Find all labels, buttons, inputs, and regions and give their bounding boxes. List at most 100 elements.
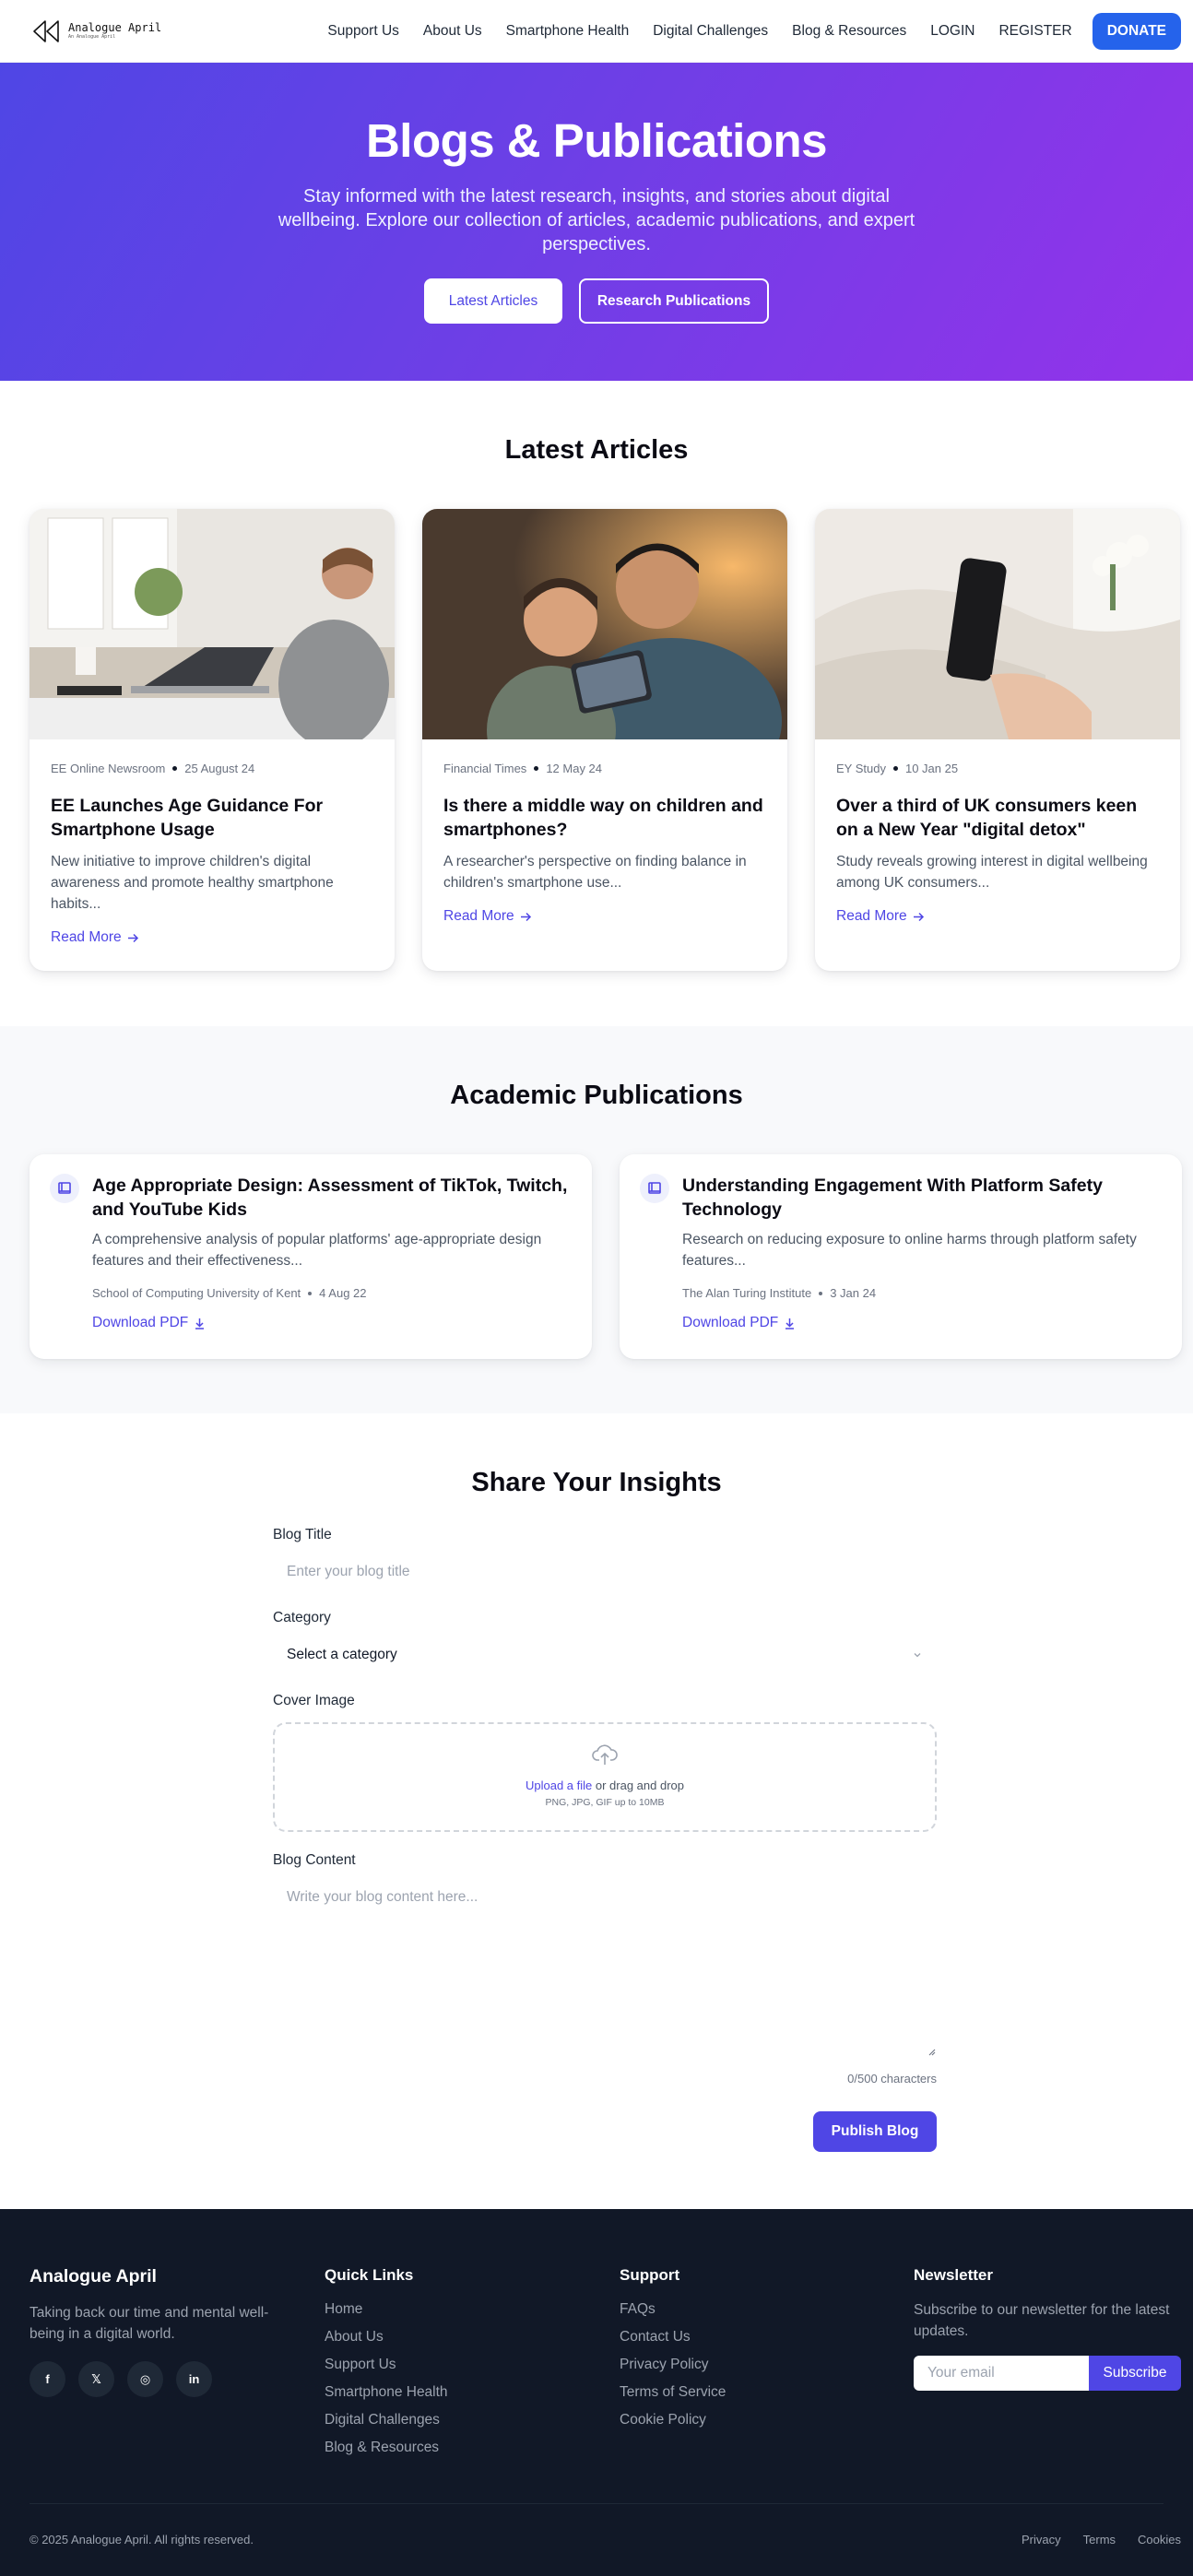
article-date: 12 May 24	[546, 762, 603, 775]
latest-articles-heading: Latest Articles	[504, 435, 689, 465]
donate-button[interactable]: DONATE	[1092, 12, 1181, 50]
category-select[interactable]: Select a category	[273, 1637, 937, 1672]
publication-date: 4 Aug 22	[319, 1286, 367, 1300]
footer-link-smartphone-health[interactable]: Smartphone Health	[325, 2382, 448, 2403]
hero-subtitle: Stay informed with the latest research, …	[278, 186, 915, 254]
book-icon	[640, 1174, 669, 1203]
category-label: Category	[273, 1610, 331, 1625]
cover-image-dropzone[interactable]: Upload a file or drag and drop PNG, JPG,…	[273, 1722, 937, 1832]
top-nav: Analogue April An Analogue April Support…	[0, 0, 1193, 63]
newsletter-heading: Newsletter	[914, 2266, 993, 2284]
article-card[interactable]: Financial Times 12 May 24 Is there a mid…	[422, 509, 787, 971]
article-date: 10 Jan 25	[904, 762, 959, 775]
article-card[interactable]: EY Study 10 Jan 25 Over a third of UK co…	[815, 509, 1180, 971]
chevron-down-icon	[914, 1653, 921, 1658]
publication-card: Age Appropriate Design: Assessment of Ti…	[30, 1154, 592, 1359]
publication-date: 3 Jan 24	[830, 1286, 877, 1300]
resize-handle-icon[interactable]	[927, 2047, 936, 2056]
article-card[interactable]: EE Online Newsroom 25 August 24 EE Launc…	[30, 509, 395, 971]
nav-support-us[interactable]: Support Us	[327, 23, 399, 40]
share-insights-heading: Share Your Insights	[471, 1468, 722, 1497]
footer-link-support-us[interactable]: Support Us	[325, 2355, 448, 2375]
footer-link-cookie-policy[interactable]: Cookie Policy	[620, 2410, 726, 2430]
legal-link-terms[interactable]: Terms	[1083, 2533, 1116, 2546]
article-image-phone-bed	[815, 509, 1180, 739]
latest-articles-button[interactable]: Latest Articles	[424, 278, 562, 324]
blog-title-label: Blog Title	[273, 1527, 332, 1542]
footer-link-faqs[interactable]: FAQs	[620, 2299, 726, 2320]
footer-tagline: Taking back our time and mental well-bei…	[30, 2305, 269, 2342]
read-more-link[interactable]: Read More	[836, 908, 925, 925]
article-excerpt: A researcher's perspective on finding ba…	[443, 854, 747, 891]
research-publications-button[interactable]: Research Publications	[579, 278, 769, 324]
nav-digital-challenges[interactable]: Digital Challenges	[653, 23, 768, 40]
publication-source: The Alan Turing Institute	[682, 1286, 812, 1300]
footer-newsletter: Newsletter Subscribe to our newsletter f…	[914, 2266, 1181, 2391]
nav-links: Support Us About Us Smartphone Health Di…	[303, 12, 1181, 50]
quick-links-heading: Quick Links	[325, 2266, 414, 2284]
nav-smartphone-health[interactable]: Smartphone Health	[506, 23, 630, 40]
logo[interactable]: Analogue April An Analogue April	[31, 18, 161, 44]
nav-blog-resources[interactable]: Blog & Resources	[792, 23, 906, 40]
blog-form: Blog Title Enter your blog title Categor…	[273, 1527, 937, 2152]
download-pdf-label: Download PDF	[682, 1315, 779, 1330]
category-selected-value: Select a category	[287, 1647, 397, 1662]
read-more-link[interactable]: Read More	[51, 929, 139, 946]
nav-about-us[interactable]: About Us	[423, 23, 482, 40]
logo-tagline: An Analogue April	[68, 34, 116, 40]
article-source: EY Study	[836, 762, 886, 775]
legal-links: Privacy Terms Cookies	[1022, 2533, 1181, 2546]
article-title[interactable]: Is there a middle way on children and sm…	[443, 794, 766, 842]
subscribe-button[interactable]: Subscribe	[1089, 2356, 1181, 2391]
footer-link-contact-us[interactable]: Contact Us	[620, 2327, 726, 2347]
footer-link-digital-challenges[interactable]: Digital Challenges	[325, 2410, 448, 2430]
arrow-right-icon	[913, 912, 924, 921]
character-counter: 0/500 characters	[847, 2072, 937, 2086]
download-pdf-link[interactable]: Download PDF	[682, 1315, 796, 1331]
upload-instructions: Upload a file or drag and drop	[275, 1778, 935, 1792]
read-more-label: Read More	[443, 908, 514, 924]
register-link[interactable]: REGISTER	[998, 23, 1071, 40]
article-source: Financial Times	[443, 762, 527, 775]
legal-link-privacy[interactable]: Privacy	[1022, 2533, 1061, 2546]
read-more-link[interactable]: Read More	[443, 908, 532, 925]
footer-link-about-us[interactable]: About Us	[325, 2327, 448, 2347]
meta-separator	[819, 1291, 823, 1295]
newsletter-email-input[interactable]: Your email	[914, 2356, 1089, 2391]
blog-content-textarea[interactable]: Write your blog content here...	[273, 1876, 937, 2057]
page-title: Blogs & Publications	[365, 114, 828, 167]
article-source: EE Online Newsroom	[51, 762, 166, 775]
upload-file-link[interactable]: Upload a file	[526, 1778, 592, 1792]
instagram-icon[interactable]: ◎	[127, 2361, 163, 2397]
legal-link-cookies[interactable]: Cookies	[1138, 2533, 1181, 2546]
article-title[interactable]: EE Launches Age Guidance For Smartphone …	[51, 794, 373, 842]
article-date: 25 August 24	[184, 762, 255, 775]
publication-cards: Age Appropriate Design: Assessment of Ti…	[30, 1154, 1182, 1359]
footer-link-terms-of-service[interactable]: Terms of Service	[620, 2382, 726, 2403]
publish-blog-button[interactable]: Publish Blog	[813, 2111, 937, 2152]
facebook-icon[interactable]: f	[30, 2361, 65, 2397]
linkedin-icon[interactable]: in	[176, 2361, 212, 2397]
book-icon	[50, 1174, 79, 1203]
logo-name: Analogue April	[68, 21, 162, 34]
footer-link-home[interactable]: Home	[325, 2299, 448, 2320]
read-more-label: Read More	[836, 908, 907, 924]
meta-separator	[534, 766, 539, 771]
article-cards: EE Online Newsroom 25 August 24 EE Launc…	[30, 509, 1180, 971]
blog-content-placeholder: Write your blog content here...	[287, 1889, 478, 1905]
meta-separator	[308, 1291, 313, 1295]
footer-link-privacy-policy[interactable]: Privacy Policy	[620, 2355, 726, 2375]
download-pdf-link[interactable]: Download PDF	[92, 1315, 206, 1331]
download-pdf-label: Download PDF	[92, 1315, 189, 1330]
footer-support-links: Support FAQs Contact Us Privacy Policy T…	[620, 2266, 726, 2430]
publication-source: School of Computing University of Kent	[92, 1286, 301, 1300]
blog-title-input[interactable]: Enter your blog title	[273, 1554, 937, 1589]
login-link[interactable]: LOGIN	[930, 23, 974, 40]
footer-quick-links: Quick Links Home About Us Support Us Sma…	[325, 2266, 448, 2458]
article-title[interactable]: Over a third of UK consumers keen on a N…	[836, 794, 1159, 842]
footer-link-blog-resources[interactable]: Blog & Resources	[325, 2438, 448, 2458]
x-twitter-icon[interactable]: 𝕏	[78, 2361, 114, 2397]
upload-hint: PNG, JPG, GIF up to 10MB	[545, 1797, 665, 1808]
article-excerpt: Study reveals growing interest in digita…	[836, 854, 1148, 891]
blog-content-label: Blog Content	[273, 1852, 356, 1868]
